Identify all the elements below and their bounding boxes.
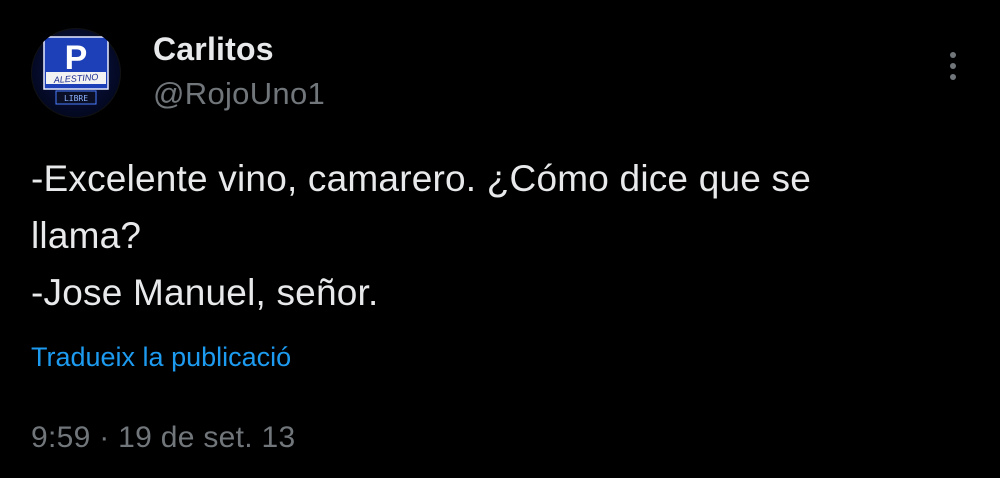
vertical-ellipsis-icon — [950, 52, 956, 58]
avatar-sign-letter: P — [65, 39, 88, 77]
display-name[interactable]: Carlitos — [153, 30, 325, 68]
translate-post-link[interactable]: Tradueix la publicació — [31, 339, 291, 375]
tweet-text-line: -Jose Manuel, señor. — [31, 272, 379, 313]
tweet-text-line: llama? — [31, 215, 142, 256]
vertical-ellipsis-icon-dot — [950, 63, 956, 69]
tweet: P ALESTINO LIBRE Carlitos @RojoUno1 -Exc… — [0, 0, 1000, 478]
avatar[interactable]: P ALESTINO LIBRE — [31, 28, 121, 118]
avatar-sign-status: LIBRE — [64, 94, 88, 103]
tweet-text: -Excelente vino, camarero. ¿Cómo dice qu… — [31, 150, 981, 321]
parking-sign-icon: P ALESTINO LIBRE — [43, 36, 109, 105]
more-options-button[interactable] — [938, 48, 968, 84]
user-handle[interactable]: @RojoUno1 — [153, 76, 325, 112]
author-block: Carlitos @RojoUno1 — [153, 30, 325, 112]
post-timestamp[interactable]: 9:59 · 19 de set. 13 — [31, 418, 296, 458]
vertical-ellipsis-icon-dot — [950, 74, 956, 80]
tweet-text-line: -Excelente vino, camarero. ¿Cómo dice qu… — [31, 158, 811, 199]
